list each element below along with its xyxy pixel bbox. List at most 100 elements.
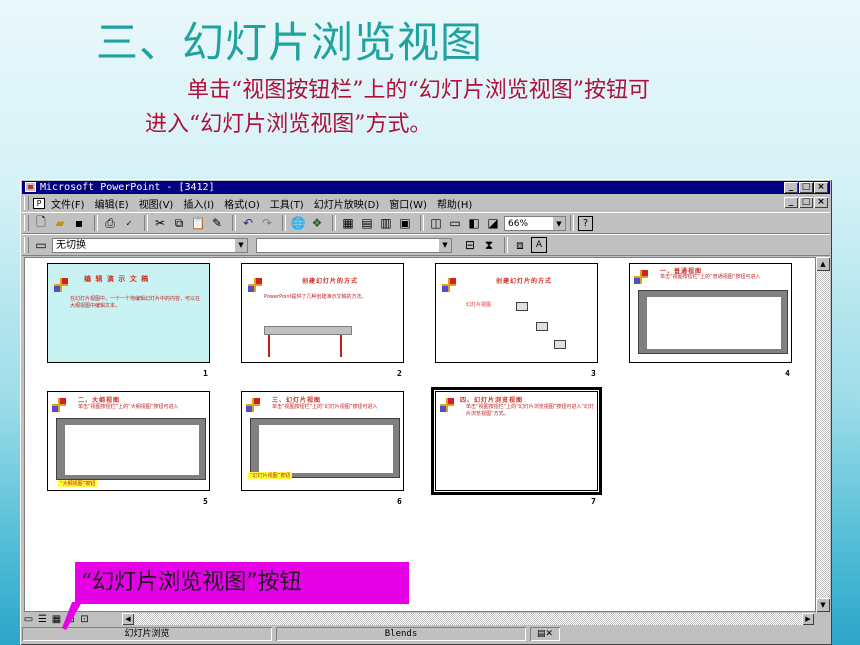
slide-thumb-text: 单击“视图按钮栏”上的“普通视图”按钮可进入 [660, 274, 761, 280]
minimize-button[interactable]: _ [784, 182, 798, 193]
chevron-down-icon[interactable]: ▼ [235, 238, 247, 252]
insert-excel-icon[interactable]: ▤ [359, 215, 375, 231]
insert-table-icon[interactable]: ▦ [340, 215, 356, 231]
chevron-down-icon[interactable]: ▼ [439, 238, 451, 252]
preset-animation-select[interactable]: ▼ [256, 237, 452, 253]
rehearse-timings-icon[interactable]: ⧗ [481, 237, 497, 253]
menubar-grip[interactable] [24, 196, 29, 210]
slide-number: 4 [785, 369, 790, 378]
hide-slide-icon[interactable]: ⊟ [462, 237, 478, 253]
menu-slideshow[interactable]: 幻灯片放映(D) [314, 196, 380, 211]
help-button[interactable]: ? [578, 215, 593, 231]
slide-thumbnail-7[interactable]: 四、幻灯片浏览视图 单击“视图按钮栏”上的“幻灯片浏览视图”按钮可进入“幻灯片浏… [431, 387, 602, 495]
logo-icon [442, 278, 456, 292]
slide-thumb-text: 单击“视图按钮栏”上的“大纲视图”按钮可进入 [78, 404, 179, 410]
menu-file[interactable]: 文件(F) [51, 196, 85, 211]
save-icon[interactable]: ▪ [71, 215, 87, 231]
new-icon[interactable]: 🗋 [33, 215, 49, 231]
slide-thumbnail-4[interactable]: 一、普通视图 单击“视图按钮栏”上的“普通视图”按钮可进入 [629, 263, 792, 363]
new-slide-icon[interactable]: ◫ [428, 215, 444, 231]
spelling-icon[interactable]: ✓ [121, 215, 137, 231]
format-painter-icon[interactable]: ✎ [209, 215, 225, 231]
open-icon[interactable]: ▰ [52, 215, 68, 231]
thumb-screenshot-graphic [250, 418, 400, 478]
slide-thumb-text: 在幻灯片视图中，一个一个地编辑幻灯片中的内容，可以在大纲视图中编辑文本。 [70, 296, 201, 309]
logo-icon [634, 270, 648, 284]
scroll-up-icon[interactable]: ▲ [816, 257, 830, 271]
chevron-down-icon[interactable]: ▼ [553, 216, 565, 230]
thumb-view-btn-graphic [554, 340, 566, 349]
slide-thumbnail-2[interactable]: 创建幻灯片的方式 PowerPoint提供了几种创建演示文稿的方法。 [241, 263, 404, 363]
slide-number: 5 [203, 497, 208, 506]
slide-thumbnail-1[interactable]: 编 辑 演 示 文 稿 在幻灯片视图中，一个一个地编辑幻灯片中的内容，可以在大纲… [47, 263, 210, 363]
summary-slide-icon[interactable]: ⧈ [512, 237, 528, 253]
transition-effect-select[interactable]: 无切换 ▼ [52, 237, 248, 253]
copy-icon[interactable]: ⧉ [171, 215, 187, 231]
show-formatting-icon[interactable]: A [531, 237, 547, 253]
slide-thumbnail-5[interactable]: 二、大纲视图 单击“视图按钮栏”上的“大纲视图”按钮可进入 “大纲视图”按钮 [47, 391, 210, 491]
menu-insert[interactable]: 插入(I) [183, 196, 214, 211]
toolbar-grip[interactable] [24, 215, 29, 231]
print-icon[interactable]: ⎙ [102, 215, 118, 231]
window-title: Microsoft PowerPoint - [3412] [40, 182, 215, 193]
slide-thumbnail-3[interactable]: 创建幻灯片的方式 幻灯片视图 [435, 263, 598, 363]
slide-thumb-title: 二、大纲视图 [78, 397, 121, 404]
standard-toolbar: 🗋 ▰ ▪ ⎙ ✓ ✂ ⧉ 📋 ✎ ↶ ↷ 🌐 ❖ ▦ ▤ ▥ ▣ ◫ ▭ ◧ … [22, 212, 830, 234]
callout-pointer [62, 602, 82, 630]
menu-window[interactable]: 窗口(W) [389, 196, 427, 211]
outline-view-icon[interactable]: ☰ [36, 614, 49, 625]
paste-icon[interactable]: 📋 [190, 215, 206, 231]
description-line-1: 单击“视图按钮栏”上的“幻灯片浏览视图”按钮可 [187, 78, 650, 103]
thumb-screenshot-graphic [638, 290, 788, 354]
hyperlink-icon[interactable]: 🌐 [290, 215, 306, 231]
apply-design-icon[interactable]: ◧ [466, 215, 482, 231]
toolbar-separator [282, 215, 286, 231]
powerpoint-app-icon[interactable] [25, 182, 36, 192]
doc-minimize-button[interactable]: _ [784, 197, 798, 208]
view-buttons-bar: ▭ ☰ ▦ ⊟ ⊡ ◀ ▶ [22, 612, 830, 626]
thumb-toolbar-graphic [264, 326, 352, 335]
zoom-select[interactable]: 66% ▼ [504, 215, 566, 231]
slide-number: 1 [203, 369, 208, 378]
logo-icon [248, 278, 262, 292]
menu-tools[interactable]: 工具(T) [270, 196, 304, 211]
toolbar-grip[interactable] [24, 237, 29, 253]
thumb-yellow-label: “大纲视图”按钮 [58, 480, 98, 487]
scroll-right-icon[interactable]: ▶ [802, 613, 814, 625]
toolbar-separator [504, 237, 508, 253]
thumb-arrows-graphic [268, 335, 342, 357]
toolbar-separator [570, 215, 574, 231]
slide-thumbnail-6[interactable]: 三、幻灯片视图 单击“视图按钮栏”上的“幻灯片视图”按钮可进入 “幻灯片视图”按… [241, 391, 404, 491]
maximize-button[interactable]: □ [799, 182, 813, 193]
slide-thumb-text: 单击“视图按钮栏”上的“幻灯片浏览视图”按钮可进入“幻灯片浏览视图”方式。 [466, 404, 594, 417]
redo-icon[interactable]: ↷ [259, 215, 275, 231]
transition-effect-value: 无切换 [56, 239, 86, 251]
insert-chart-icon[interactable]: ▥ [378, 215, 394, 231]
menu-help[interactable]: 帮助(H) [437, 196, 472, 211]
slide-number: 6 [397, 497, 402, 506]
slide-layout-icon[interactable]: ▭ [447, 215, 463, 231]
callout-label: “幻灯片浏览视图”按钮 [75, 562, 409, 604]
scroll-down-icon[interactable]: ▼ [816, 598, 830, 612]
grayscale-icon[interactable]: ◪ [485, 215, 501, 231]
slide-thumb-title: 创建幻灯片的方式 [302, 278, 359, 285]
menu-edit[interactable]: 编辑(E) [95, 196, 129, 211]
menu-format[interactable]: 格式(O) [224, 196, 260, 211]
menu-view[interactable]: 视图(V) [139, 196, 174, 211]
cut-icon[interactable]: ✂ [152, 215, 168, 231]
status-design: Blends [276, 627, 526, 641]
doc-close-button[interactable]: × [814, 197, 828, 208]
normal-view-icon[interactable]: ▭ [22, 614, 35, 625]
insert-clipart-icon[interactable]: ▣ [397, 215, 413, 231]
web-toolbar-icon[interactable]: ❖ [309, 215, 325, 231]
scroll-left-icon[interactable]: ◀ [122, 613, 134, 625]
undo-icon[interactable]: ↶ [240, 215, 256, 231]
slide-number: 2 [397, 369, 402, 378]
document-icon[interactable]: P [33, 197, 45, 209]
close-button[interactable]: × [814, 182, 828, 193]
doc-restore-button[interactable]: □ [799, 197, 813, 208]
vertical-scrollbar[interactable]: ▲ ▼ [816, 257, 830, 612]
slide-transition-icon[interactable]: ▭ [33, 237, 49, 253]
horizontal-scrollbar[interactable]: ◀ ▶ [122, 613, 814, 625]
logo-icon [440, 398, 454, 412]
